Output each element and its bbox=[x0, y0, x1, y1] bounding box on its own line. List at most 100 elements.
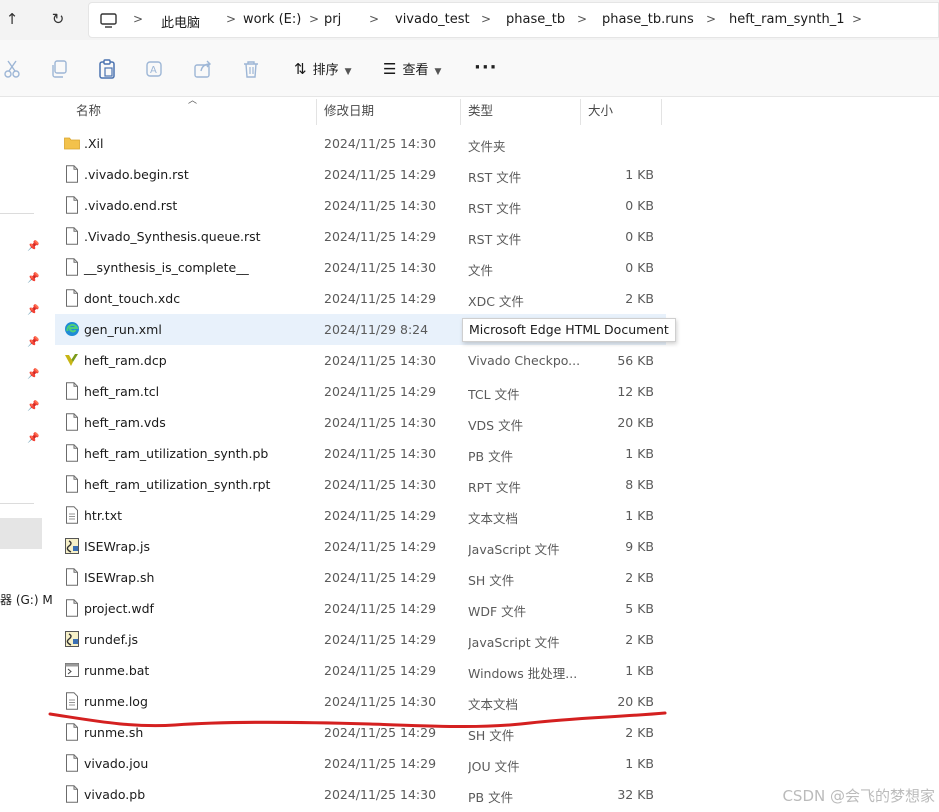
file-row[interactable]: heft_ram_utilization_synth.rpt 2024/11/25… bbox=[55, 469, 661, 500]
file-icon bbox=[64, 413, 80, 431]
file-row[interactable]: runme.log 2024/11/25 14:30 文本文档 20 KB bbox=[55, 686, 661, 717]
column-divider[interactable] bbox=[580, 99, 581, 125]
breadcrumb-item[interactable]: prj bbox=[324, 12, 341, 27]
sort-label: 排序 bbox=[312, 63, 339, 78]
file-row[interactable]: heft_ram.tcl 2024/11/25 14:29 TCL 文件 12 KB bbox=[55, 376, 661, 407]
file-type: RST 文件 bbox=[468, 201, 522, 216]
file-row[interactable]: .Xil 2024/11/25 14:30 文件夹 bbox=[55, 128, 661, 159]
breadcrumb[interactable]: > 此电脑 > work (E:) > prj > vivado_test > … bbox=[88, 2, 939, 38]
file-size: 0 KB bbox=[625, 229, 654, 244]
file-row[interactable]: .vivado.end.rst 2024/11/25 14:30 RST 文件 0 K… bbox=[55, 190, 661, 221]
file-type: SH 文件 bbox=[468, 573, 515, 588]
file-row[interactable]: heft_ram.dcp 2024/11/25 14:30 Vivado Check… bbox=[55, 345, 661, 376]
breadcrumb-item[interactable]: work (E:) bbox=[243, 12, 301, 27]
file-date: 2024/11/25 14:29 bbox=[324, 663, 437, 678]
script-icon bbox=[64, 630, 80, 648]
breadcrumb-item[interactable]: heft_ram_synth_1 bbox=[729, 12, 844, 27]
view-label: 查看 bbox=[402, 63, 429, 78]
file-row[interactable]: vivado.pb 2024/11/25 14:30 PB 文件 32 KB bbox=[55, 779, 661, 810]
column-header-size[interactable]: 大小 bbox=[588, 97, 613, 125]
text-icon bbox=[64, 692, 80, 710]
pin-icon[interactable]: 📌 bbox=[27, 337, 39, 348]
file-row[interactable]: project.wdf 2024/11/25 14:29 WDF 文件 5 KB bbox=[55, 593, 661, 624]
nav-divider bbox=[0, 213, 34, 214]
breadcrumb-item[interactable]: phase_tb.runs bbox=[602, 12, 694, 27]
sort-icon: ⇅ bbox=[294, 60, 307, 78]
file-size: 20 KB bbox=[617, 415, 654, 430]
file-size: 1 KB bbox=[625, 167, 654, 182]
chevron-right-icon: > bbox=[852, 12, 863, 26]
file-icon bbox=[64, 227, 80, 245]
breadcrumb-item[interactable]: 此电脑 bbox=[161, 12, 200, 31]
nav-item-drive[interactable]: 器 (G:) M bbox=[0, 591, 53, 608]
pin-icon[interactable]: 📌 bbox=[27, 241, 39, 252]
pin-icon[interactable]: 📌 bbox=[27, 305, 39, 316]
chevron-down-icon: ▼ bbox=[434, 67, 442, 77]
nav-item-selected[interactable] bbox=[0, 518, 42, 549]
file-row[interactable]: .vivado.begin.rst 2024/11/25 14:29 RST 文件 1… bbox=[55, 159, 661, 190]
file-row[interactable]: dont_touch.xdc 2024/11/25 14:29 XDC 文件 2 KB bbox=[55, 283, 661, 314]
file-row[interactable]: __synthesis_is_complete__ 2024/11/25 14:3… bbox=[55, 252, 661, 283]
column-header-type[interactable]: 类型 bbox=[468, 97, 493, 125]
file-size: 1 KB bbox=[625, 756, 654, 771]
file-row[interactable]: ISEWrap.sh 2024/11/25 14:29 SH 文件 2 KB bbox=[55, 562, 661, 593]
file-row[interactable]: heft_ram_utilization_synth.pb 2024/11/25 … bbox=[55, 438, 661, 469]
chevron-right-icon: > bbox=[706, 12, 717, 26]
column-header-name[interactable]: 名称 bbox=[76, 97, 101, 125]
breadcrumb-item[interactable]: vivado_test bbox=[395, 12, 470, 27]
file-row[interactable]: .Vivado_Synthesis.queue.rst 2024/11/25 14… bbox=[55, 221, 661, 252]
file-name: .Vivado_Synthesis.queue.rst bbox=[84, 229, 261, 244]
column-divider[interactable] bbox=[460, 99, 461, 125]
file-date: 2024/11/25 14:29 bbox=[324, 725, 437, 740]
file-row[interactable]: runme.bat 2024/11/25 14:29 Windows 批处理... 1… bbox=[55, 655, 661, 686]
file-row[interactable]: vivado.jou 2024/11/25 14:29 JOU 文件 1 KB bbox=[55, 748, 661, 779]
pin-icon[interactable]: 📌 bbox=[27, 273, 39, 284]
file-date: 2024/11/25 14:29 bbox=[324, 756, 437, 771]
folder-icon bbox=[64, 134, 80, 152]
file-row[interactable]: heft_ram.vds 2024/11/25 14:30 VDS 文件 20 KB bbox=[55, 407, 661, 438]
file-size: 56 KB bbox=[617, 353, 654, 368]
cut-icon[interactable] bbox=[2, 59, 22, 79]
chevron-right-icon: > bbox=[309, 12, 320, 26]
pin-icon[interactable]: 📌 bbox=[27, 369, 39, 380]
file-row[interactable]: ISEWrap.js 2024/11/25 14:29 JavaScript 文件 9… bbox=[55, 531, 661, 562]
script-icon bbox=[64, 537, 80, 555]
file-name: .Xil bbox=[84, 136, 104, 151]
pin-icon[interactable]: 📌 bbox=[27, 401, 39, 412]
copy-icon[interactable] bbox=[49, 59, 69, 79]
refresh-icon[interactable]: ↻ bbox=[46, 8, 70, 30]
file-row[interactable]: runme.sh 2024/11/25 14:29 SH 文件 2 KB bbox=[55, 717, 661, 748]
file-size: 32 KB bbox=[617, 787, 654, 802]
file-size: 5 KB bbox=[625, 601, 654, 616]
chevron-right-icon: > bbox=[226, 12, 237, 26]
file-type: RPT 文件 bbox=[468, 480, 521, 495]
breadcrumb-item[interactable]: phase_tb bbox=[506, 12, 565, 27]
rename-icon[interactable]: A bbox=[145, 59, 165, 79]
navigation-pane: 📌 📌 📌 📌 📌 📌 📌 器 (G:) M bbox=[0, 97, 53, 812]
list-view-icon: ☰ bbox=[383, 60, 397, 78]
pin-icon[interactable]: 📌 bbox=[27, 433, 39, 444]
column-header-date[interactable]: 修改日期 bbox=[324, 97, 374, 125]
file-date: 2024/11/25 14:30 bbox=[324, 353, 437, 368]
delete-icon[interactable] bbox=[241, 59, 261, 79]
file-name: heft_ram_utilization_synth.pb bbox=[84, 446, 269, 461]
more-options-button[interactable]: ··· bbox=[474, 57, 498, 78]
file-name: heft_ram.vds bbox=[84, 415, 166, 430]
watermark: CSDN @会飞的梦想家 bbox=[782, 787, 935, 805]
file-type: JOU 文件 bbox=[468, 759, 520, 774]
file-name: heft_ram.tcl bbox=[84, 384, 160, 399]
column-divider[interactable] bbox=[661, 99, 662, 125]
up-arrow-icon[interactable]: ↑ bbox=[0, 8, 24, 30]
file-date: 2024/11/25 14:30 bbox=[324, 477, 437, 492]
file-date: 2024/11/25 14:29 bbox=[324, 539, 437, 554]
sort-button[interactable]: ⇅ 排序 ▼ bbox=[294, 59, 352, 79]
file-icon bbox=[64, 754, 80, 772]
file-row[interactable]: htr.txt 2024/11/25 14:29 文本文档 1 KB bbox=[55, 500, 661, 531]
paste-icon[interactable] bbox=[97, 59, 117, 79]
file-row[interactable]: rundef.js 2024/11/25 14:29 JavaScript 文件 2 … bbox=[55, 624, 661, 655]
address-bar: ↑ ↻ > 此电脑 > work (E:) > prj > vivado_tes… bbox=[0, 0, 939, 40]
share-icon[interactable] bbox=[193, 59, 213, 79]
chevron-down-icon: ▼ bbox=[344, 67, 352, 77]
column-divider[interactable] bbox=[316, 99, 317, 125]
view-button[interactable]: ☰ 查看 ▼ bbox=[383, 59, 441, 79]
